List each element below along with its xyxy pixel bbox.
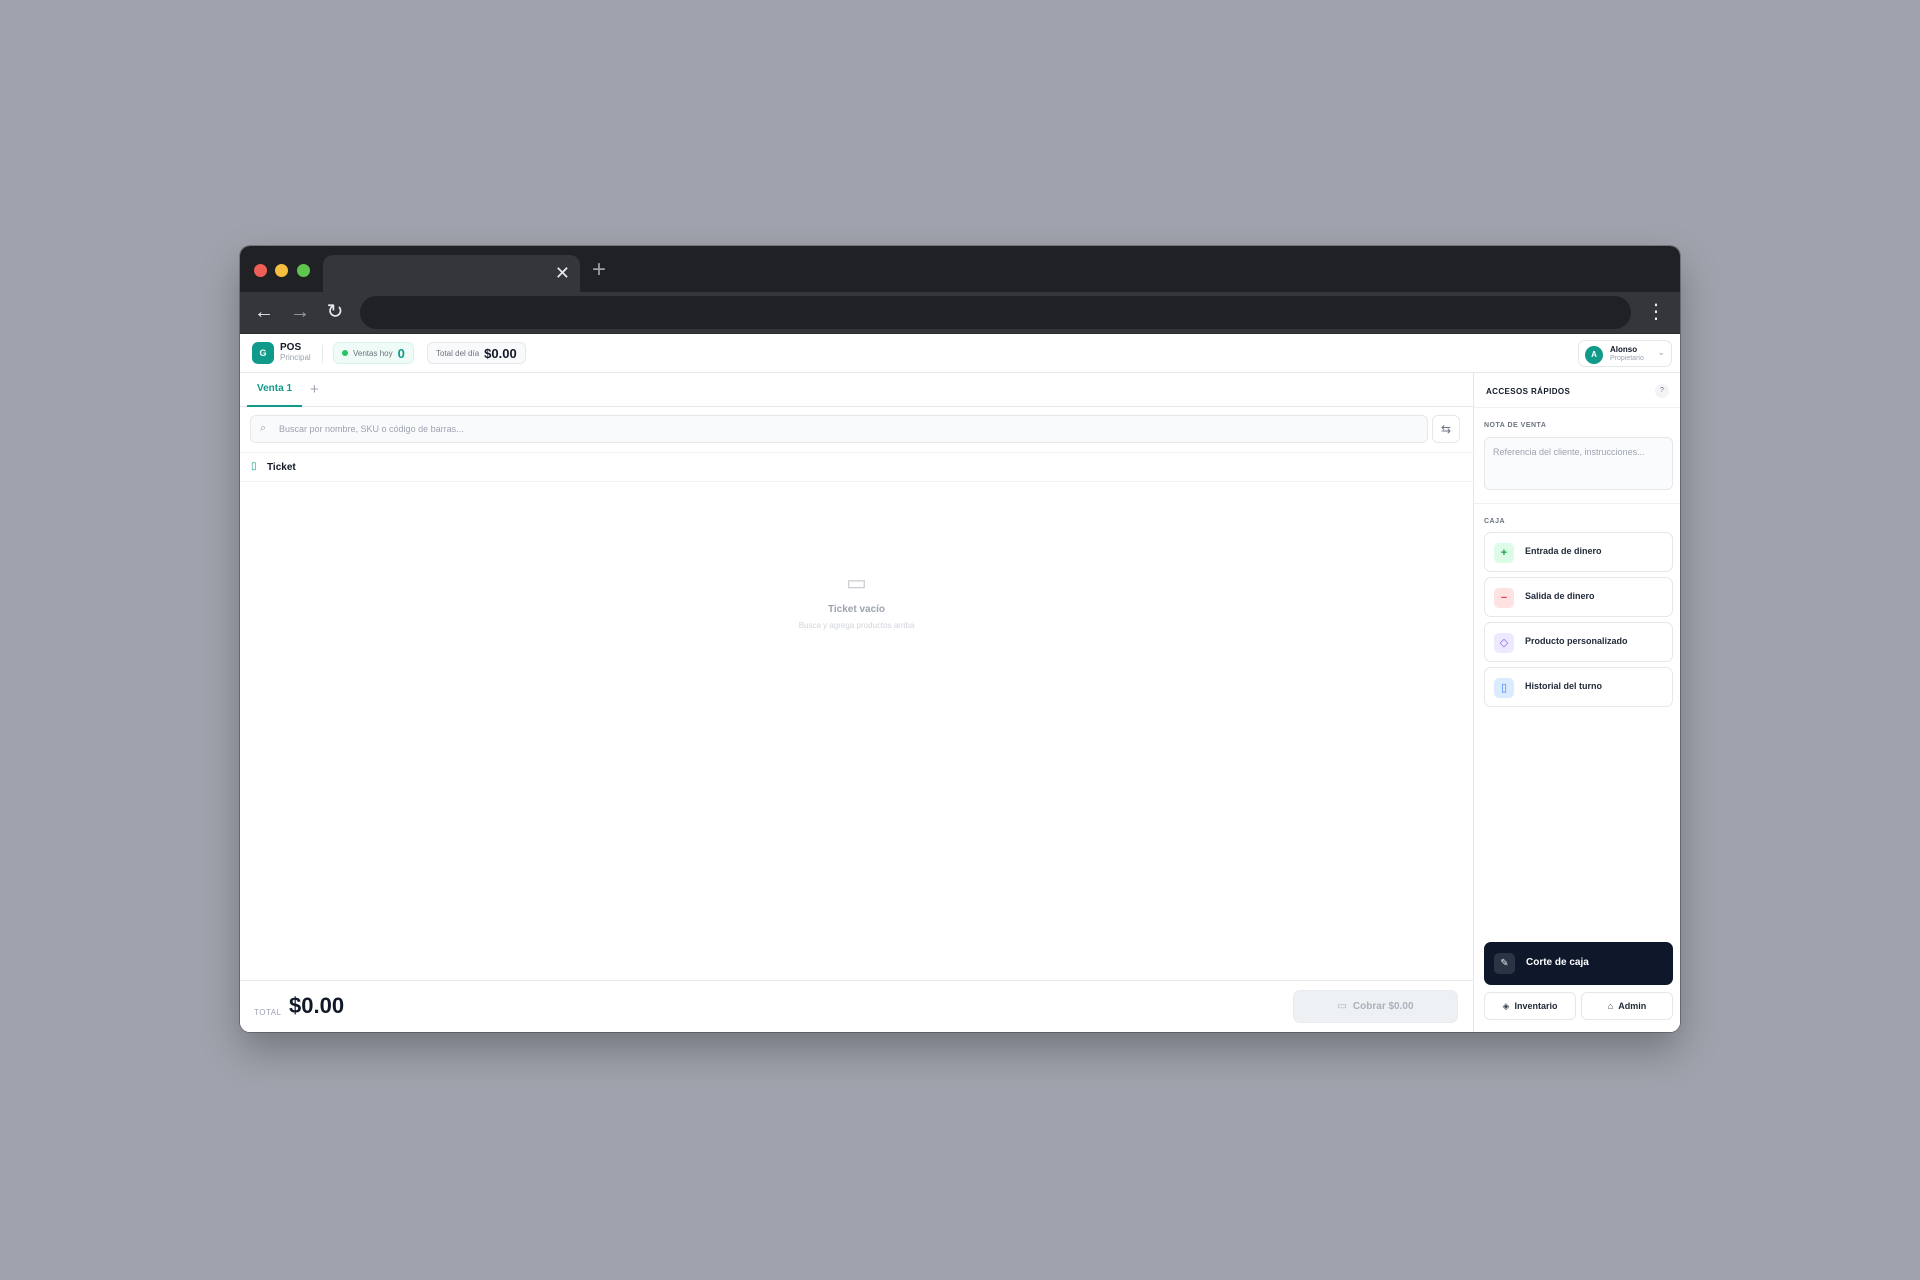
charge-button[interactable]: ▭ Cobrar $0.00 (1293, 990, 1458, 1023)
clipboard-icon: ▯ (1494, 678, 1514, 698)
minus-icon: − (1494, 588, 1514, 608)
day-total-pill: Total del día $0.00 (427, 342, 526, 364)
charge-label: Cobrar $0.00 (1352, 1001, 1414, 1012)
shift-history-button[interactable]: ▯ Historial del turno (1484, 667, 1673, 707)
search-row: ⌕ ⇆ (240, 407, 1473, 453)
custom-product-button[interactable]: ◇ Producto personalizado (1484, 622, 1673, 662)
total-amount: $0.00 (289, 993, 345, 1018)
search-input[interactable] (279, 416, 1419, 442)
sidebar-divider (1474, 503, 1680, 504)
user-name: Alonso (1610, 345, 1638, 354)
cash-in-button[interactable]: + Entrada de dinero (1484, 532, 1673, 572)
empty-clipboard-icon: ▭ (846, 570, 867, 595)
admin-label: Admin (1618, 1001, 1647, 1011)
avatar: A (1585, 346, 1603, 364)
reload-icon[interactable]: ↻ (323, 300, 347, 324)
cash-out-label: Salida de dinero (1525, 591, 1595, 601)
window-close-dot[interactable] (254, 264, 267, 277)
sale-footer: TOTAL $0.00 ▭ Cobrar $0.00 (240, 980, 1473, 1032)
home-icon: ⌂ (1607, 1001, 1614, 1011)
inventory-label: Inventario (1514, 1001, 1558, 1011)
window-minimize-dot[interactable] (275, 264, 288, 277)
edit-icon: ✎ (1494, 953, 1515, 974)
status-dot-icon (342, 350, 348, 356)
browser-tab[interactable]: ✕ (323, 255, 580, 292)
tag-icon: ◇ (1494, 633, 1514, 653)
admin-button[interactable]: ⌂ Admin (1581, 992, 1673, 1020)
sales-today-label: Ventas hoy (353, 348, 393, 358)
total-label: TOTAL (254, 1008, 282, 1017)
sales-today-count: 0 (397, 345, 405, 361)
forward-arrow-icon[interactable]: → (288, 300, 312, 324)
search-icon: ⌕ (260, 422, 267, 434)
app-subtitle: Principal (280, 353, 311, 362)
ticket-header: ▯ Ticket (240, 453, 1473, 482)
browser-toolbar: ← → ↻ ⋮ (240, 292, 1680, 334)
empty-ticket-state: ▭ Ticket vacío Busca y agrega productos … (240, 570, 1473, 630)
address-bar[interactable] (360, 296, 1631, 329)
cash-out-button[interactable]: − Salida de dinero (1484, 577, 1673, 617)
cash-section-label: CAJA (1484, 518, 1506, 525)
box-icon: ◈ (1502, 1000, 1510, 1011)
cash-cut-label: Corte de caja (1526, 957, 1589, 968)
tab-close-icon[interactable]: ✕ (555, 263, 570, 283)
brand: POS Principal (280, 342, 311, 363)
sale-panel: Venta 1 + ⌕ ⇆ ▯ Ticket ▭ Ticket vacío Bu… (240, 373, 1473, 1032)
shift-history-label: Historial del turno (1525, 681, 1603, 691)
credit-card-icon: ▭ (1337, 1001, 1347, 1012)
help-icon[interactable]: ? (1655, 384, 1669, 398)
sale-note-field[interactable] (1484, 437, 1673, 490)
chevron-down-icon: ⌄ (1657, 347, 1665, 357)
tab-venta-1[interactable]: Venta 1 (247, 373, 303, 407)
quick-access-sidebar: ACCESOS RÁPIDOS ? NOTA DE VENTA CAJA + E… (1473, 373, 1680, 1032)
sales-today-pill: Ventas hoy 0 (333, 342, 414, 364)
ticket-title: Ticket (267, 462, 296, 473)
app-title: POS (280, 342, 302, 353)
note-section-label: NOTA DE VENTA (1484, 422, 1547, 429)
empty-subtitle: Busca y agrega productos arriba (798, 621, 915, 630)
day-total-amount: $0.00 (484, 345, 517, 361)
browser-tabstrip: ✕ + (240, 246, 1680, 292)
cash-in-label: Entrada de dinero (1525, 546, 1602, 556)
pos-app: G POS Principal Ventas hoy 0 Total del d… (240, 334, 1680, 1032)
search-box[interactable]: ⌕ (250, 415, 1428, 443)
add-sale-tab-button[interactable]: + (310, 380, 319, 400)
browser-menu-icon[interactable]: ⋮ (1646, 300, 1666, 324)
sliders-icon: ⇆ (1440, 422, 1452, 436)
cash-cut-button[interactable]: ✎ Corte de caja (1484, 942, 1673, 985)
header-divider (322, 345, 323, 363)
inventory-button[interactable]: ◈ Inventario (1484, 992, 1576, 1020)
empty-title: Ticket vacío (827, 604, 886, 615)
user-menu[interactable]: A Alonso Propietario ⌄ (1578, 340, 1672, 367)
window-maximize-dot[interactable] (297, 264, 310, 277)
day-total-label: Total del día (436, 348, 480, 358)
plus-icon: + (1494, 543, 1514, 563)
app-header: G POS Principal Ventas hoy 0 Total del d… (240, 334, 1680, 373)
clipboard-icon: ▯ (251, 461, 257, 472)
back-arrow-icon[interactable]: ← (252, 300, 276, 324)
sidebar-divider (1474, 407, 1680, 408)
sidebar-title: ACCESOS RÁPIDOS (1486, 387, 1571, 396)
scan-filter-button[interactable]: ⇆ (1432, 415, 1460, 443)
custom-product-label: Producto personalizado (1525, 636, 1628, 646)
sale-tabs: Venta 1 + (240, 373, 1473, 407)
browser-window: ✕ + ← → ↻ ⋮ G POS Principal Ventas hoy 0… (240, 246, 1680, 1032)
user-role: Propietario (1610, 355, 1644, 362)
new-tab-icon[interactable]: + (592, 257, 606, 283)
logo-badge: G (252, 342, 274, 364)
